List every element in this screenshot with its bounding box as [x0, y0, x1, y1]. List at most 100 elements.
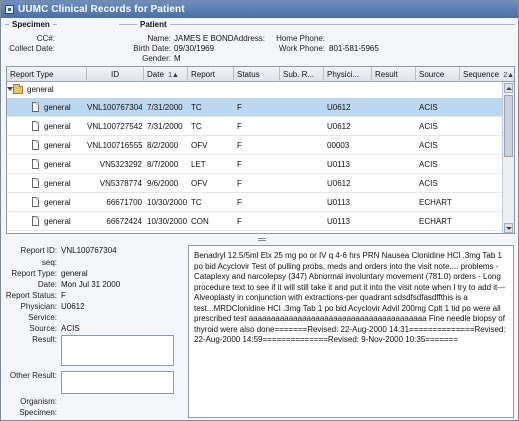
cell-sequence	[463, 174, 501, 193]
other-result-field[interactable]	[61, 371, 174, 394]
group-row-general[interactable]: general	[7, 82, 502, 98]
col-header-sub-report[interactable]: Sub. R...	[280, 67, 324, 82]
organism-label: Organism:	[20, 397, 57, 406]
cell-result	[375, 117, 415, 136]
col-header-source[interactable]: Source	[416, 67, 460, 82]
splitter-grip-icon[interactable]	[258, 238, 266, 241]
cell-sequence	[463, 136, 501, 155]
specimen-section-label: Specimen	[9, 20, 53, 29]
cell-physician: U0612	[327, 122, 351, 131]
table-row[interactable]: general VNL100767304 7/31/2000 TC F U0612 ACIS	[7, 98, 502, 117]
patient-section-label: Patient	[137, 20, 170, 29]
cell-report: OFV	[191, 179, 208, 188]
cell-status: F	[237, 179, 242, 188]
cell-sub-report	[283, 98, 323, 117]
table-row[interactable]: general VNL100716555 8/2/2000 OFV F 00003 ACIS	[7, 136, 502, 155]
cell-source: ECHART	[419, 217, 452, 226]
cell-status: F	[237, 198, 242, 207]
cell-physician: U0113	[327, 217, 350, 226]
result-field[interactable]	[61, 335, 174, 366]
address-label: Address:	[233, 34, 265, 43]
document-icon	[32, 140, 39, 150]
col-header-status[interactable]: Status	[234, 67, 280, 82]
table-row[interactable]: general VN5378774 9/6/2000 OFV F U0612 ACIS	[7, 174, 502, 193]
cell-source: ACIS	[419, 141, 438, 150]
col-header-sequence[interactable]: Sequence 2▲	[460, 67, 514, 82]
seq-label: seq:	[41, 258, 57, 267]
document-icon	[32, 178, 39, 188]
cell-date: 8/2/2000	[147, 141, 179, 150]
cc-label: CC#:	[36, 34, 55, 43]
report-type-label: Report Type:	[11, 269, 57, 278]
col-header-date-label: Date	[147, 70, 164, 79]
cell-id: VNL100727542	[87, 122, 142, 131]
date-value: Mon Jul 31 2000	[61, 280, 121, 289]
table-row[interactable]: general 66672424 10/30/2000 CON F U0113 ECHART	[7, 212, 502, 231]
records-table: Report Type ID Date 1▲ Report Status Sub…	[6, 66, 515, 234]
cell-status: F	[237, 217, 242, 226]
cell-sub-report	[283, 155, 323, 174]
cell-report: TC	[191, 122, 202, 131]
cell-status: F	[237, 160, 242, 169]
scroll-thumb[interactable]	[504, 95, 513, 157]
birth-date-value: 09/30/1969	[174, 44, 215, 53]
cell-date: 9/6/2000	[147, 179, 179, 188]
col-header-result[interactable]: Result	[372, 67, 416, 82]
col-header-date[interactable]: Date 1▲	[144, 67, 188, 82]
cell-result	[375, 212, 415, 231]
col-header-report[interactable]: Report	[188, 67, 234, 82]
table-row[interactable]: general VNL100727542 7/31/2000 TC F U0612 ACIS	[7, 117, 502, 136]
col-header-report-type[interactable]: Report Type	[7, 67, 87, 82]
col-header-physician[interactable]: Physici...	[324, 67, 372, 82]
cell-id: VNL100716555	[87, 141, 142, 150]
cell-sub-report	[283, 117, 323, 136]
cell-report-type: general	[44, 160, 71, 169]
table-row[interactable]: general VN5323292 8/7/2000 LET F U0113 ACIS	[7, 155, 502, 174]
report-id-value: VNL100767304	[61, 246, 117, 255]
sort-indicator-date: 1▲	[168, 72, 179, 79]
app-window: UUMC Clinical Records for Patient Specim…	[0, 0, 519, 421]
collect-date-label: Collect Date:	[9, 44, 55, 53]
scroll-up-button[interactable]	[504, 83, 513, 93]
col-header-id[interactable]: ID	[87, 67, 144, 82]
cell-report: CON	[191, 217, 209, 226]
report-notes-text[interactable]: Benadryl 12.5/5ml Elx 25 mg po or IV q 4…	[188, 245, 514, 418]
report-type-value: general	[61, 269, 88, 278]
cell-date: 10/30/2000	[147, 198, 188, 207]
table-header: Report Type ID Date 1▲ Report Status Sub…	[7, 67, 514, 82]
date-label: Date:	[37, 280, 57, 289]
table-row[interactable]: general66672346 10/31/2000IEV F U0113 ECHART	[7, 231, 502, 233]
table-vertical-scrollbar[interactable]	[502, 82, 514, 233]
title-bar[interactable]: UUMC Clinical Records for Patient	[1, 1, 518, 18]
cell-date: 8/7/2000	[147, 160, 179, 169]
cell-sub-report	[283, 231, 323, 233]
cell-physician: U0612	[327, 103, 351, 112]
cell-sequence	[463, 212, 501, 231]
birth-date-label: Birth Date:	[133, 44, 171, 53]
other-result-label: Other Result:	[9, 371, 57, 380]
cell-result	[375, 136, 415, 155]
home-phone-label: Home Phone:	[276, 34, 325, 43]
scroll-down-button[interactable]	[504, 223, 513, 233]
document-icon	[32, 159, 39, 169]
cell-status: F	[237, 122, 242, 131]
pane-splitter[interactable]	[6, 237, 515, 242]
cell-physician: 00003	[327, 141, 350, 150]
cell-result	[375, 193, 415, 212]
report-status-value: F	[61, 291, 66, 300]
cell-result	[375, 174, 415, 193]
cell-report-type: general	[44, 103, 71, 112]
result-label: Result:	[32, 335, 57, 344]
cell-source: ACIS	[419, 160, 438, 169]
cell-sequence	[463, 193, 501, 212]
cell-date: 7/31/2000	[147, 122, 183, 131]
cell-physician: U0113	[327, 198, 350, 207]
table-row[interactable]: general 66671700 10/30/2000 TC F U0113 ECHART	[7, 193, 502, 212]
cell-report-type: general	[44, 198, 71, 207]
cell-result	[375, 231, 415, 233]
cell-status: F	[237, 103, 242, 112]
cell-sub-report	[283, 193, 323, 212]
cell-report-type: general	[44, 179, 71, 188]
cell-report-type: general	[44, 217, 71, 226]
cell-sub-report	[283, 136, 323, 155]
